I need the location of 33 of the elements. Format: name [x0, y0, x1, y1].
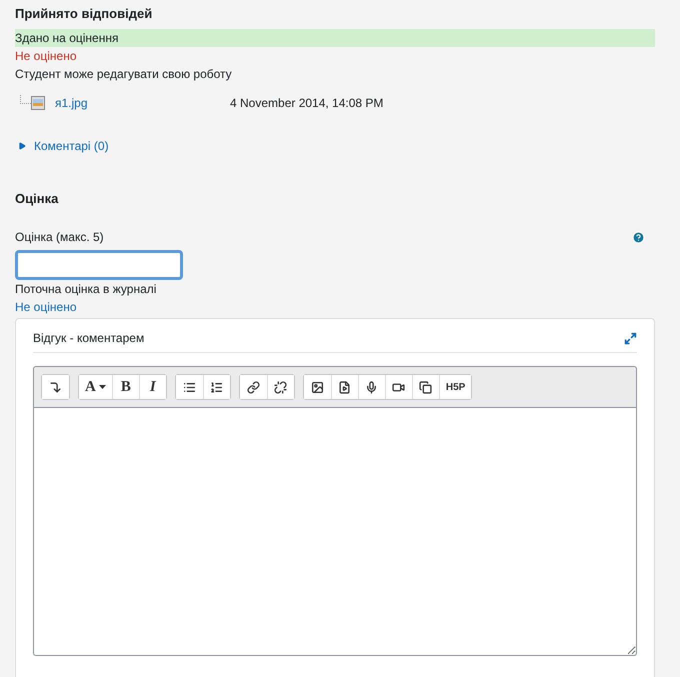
comments-link[interactable]: Коментарі (0) — [34, 139, 109, 153]
numbered-list-button[interactable] — [202, 375, 230, 399]
field-label: Оцінка (макс. 5) — [15, 230, 104, 244]
status-text: Здано на оцінення — [15, 29, 655, 47]
link-icon — [246, 380, 260, 394]
caret-icon — [98, 385, 106, 389]
help-icon[interactable] — [632, 230, 645, 244]
grade-input-field[interactable] — [15, 250, 183, 280]
file-link[interactable]: я1.jpg — [55, 96, 230, 110]
bullet-list-icon — [182, 380, 196, 394]
italic-button[interactable]: I — [138, 375, 166, 399]
unlink-button[interactable] — [266, 375, 294, 399]
section-heading: Прийнято відповідей — [15, 5, 154, 23]
numbered-list-icon — [210, 380, 224, 394]
file-date: 4 November 2014, 14:08 PM — [230, 96, 384, 110]
image-icon — [310, 380, 324, 394]
microphone-icon — [365, 380, 378, 394]
image-file-icon — [31, 96, 45, 110]
current-grade-link[interactable]: Не оцінено — [15, 298, 655, 316]
broken-link-icon — [274, 380, 288, 394]
h5p-button[interactable]: H5P — [438, 375, 472, 399]
feedback-text-field[interactable] — [33, 408, 637, 656]
video-camera-icon — [392, 380, 406, 394]
section-heading: Оцінка — [15, 190, 60, 208]
video-file-icon — [338, 380, 352, 394]
card-title: Відгук - коментарем — [33, 331, 144, 345]
status-text: Не оцінено — [15, 48, 78, 65]
arrow-down-icon — [49, 380, 62, 394]
copy-icon — [419, 380, 432, 394]
status-text: Студент може редагувати свою роботу — [15, 66, 233, 83]
fullscreen-icon[interactable] — [624, 332, 637, 344]
field-label: Поточна оцінка в журналі — [15, 281, 158, 298]
collapse-toolbar-button[interactable] — [42, 375, 69, 399]
